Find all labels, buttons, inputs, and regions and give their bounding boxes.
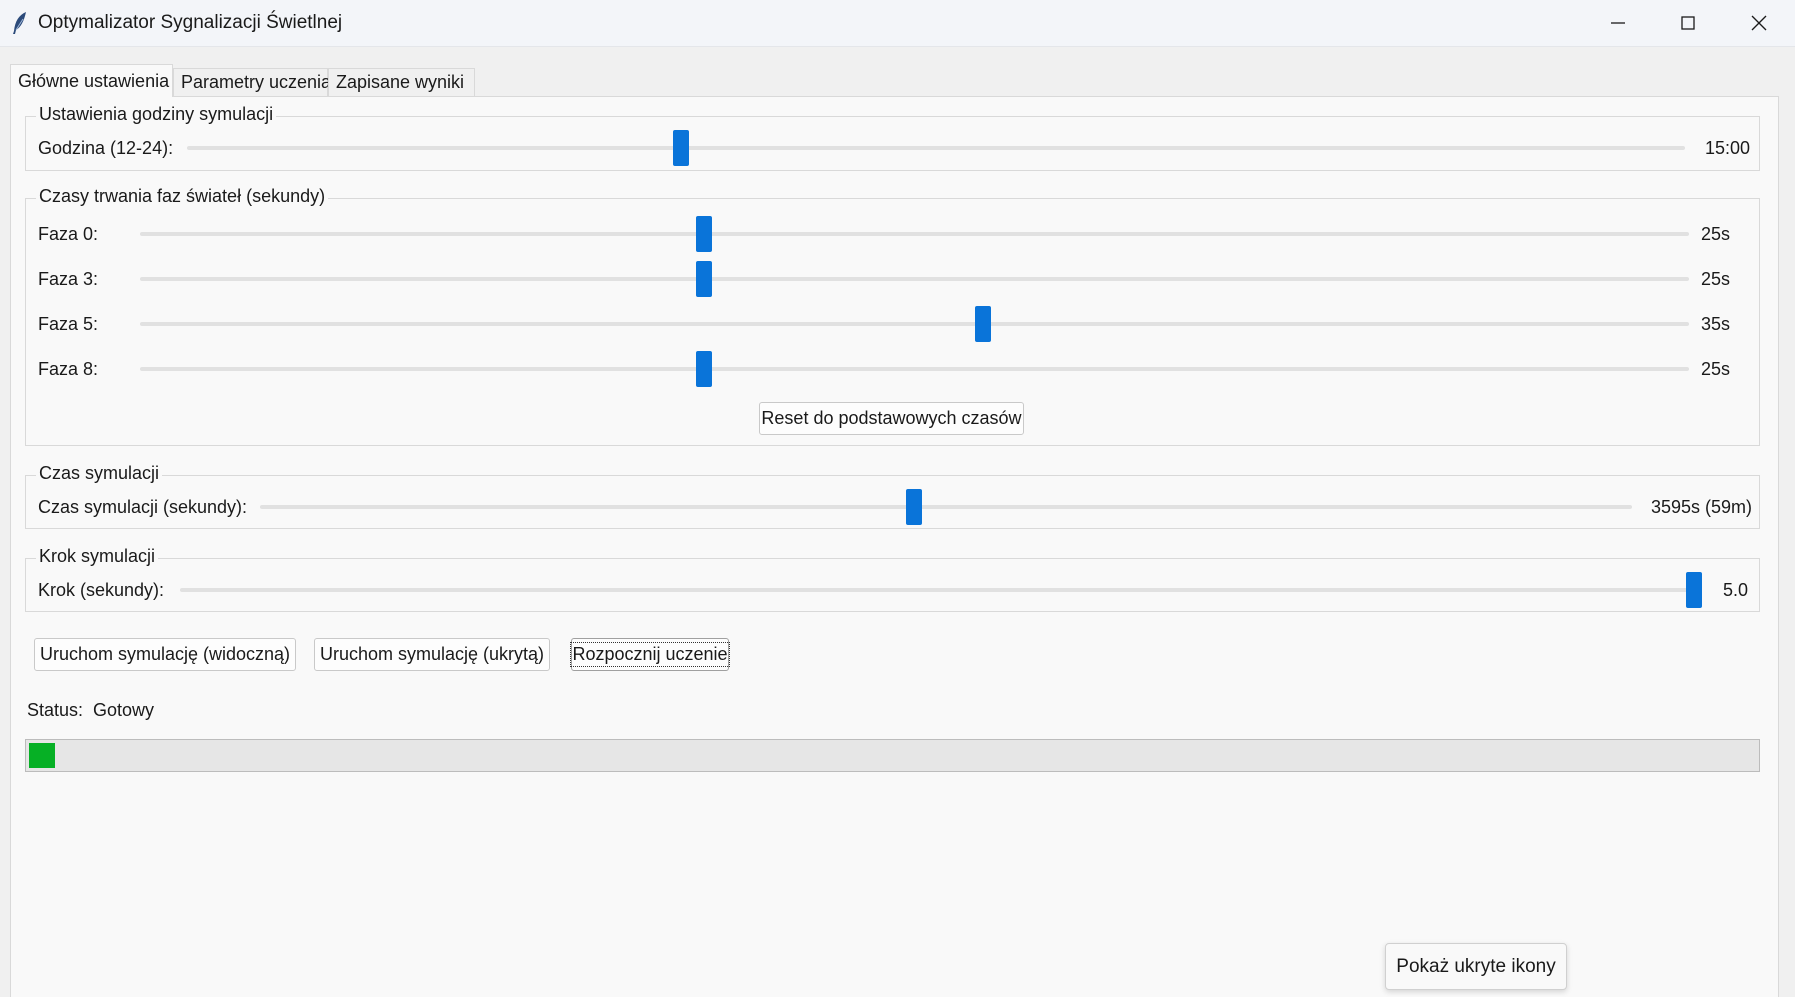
step-value: 5.0 — [1723, 580, 1749, 600]
step-label: Krok (sekundy): — [38, 580, 165, 600]
phase-0-label: Faza 0: — [38, 224, 99, 244]
simulation-time-value: 3595s (59m) — [1651, 497, 1753, 517]
phase-3-slider-thumb[interactable] — [696, 261, 712, 297]
hour-slider-track[interactable] — [187, 146, 1685, 150]
phase-0-slider-track[interactable] — [140, 232, 1689, 236]
phase-0-slider-thumb[interactable] — [696, 216, 712, 252]
run-visible-simulation-button[interactable]: Uruchom symulację (widoczną) — [34, 638, 296, 671]
simulation-time-slider-thumb[interactable] — [906, 489, 922, 525]
phase-8-value: 25s — [1701, 359, 1731, 379]
phase-8-label: Faza 8: — [38, 359, 99, 379]
phase-3-label: Faza 3: — [38, 269, 99, 289]
simulation-step-group-title: Krok symulacji — [36, 546, 159, 567]
simulation-time-label: Czas symulacji (sekundy): — [38, 497, 248, 517]
phase-5-slider-track[interactable] — [140, 322, 1689, 326]
minimize-button[interactable] — [1583, 0, 1653, 46]
status-label: Status: — [27, 700, 84, 720]
progress-bar-fill — [29, 743, 55, 768]
simulation-time-group-title: Czas symulacji — [36, 463, 163, 484]
app-window: Optymalizator Sygnalizacji Świetlnej Głó… — [0, 0, 1795, 997]
hour-slider-value: 15:00 — [1705, 138, 1751, 158]
step-slider-track[interactable] — [180, 588, 1700, 592]
show-hidden-icons-tooltip: Pokaż ukryte ikony — [1385, 943, 1567, 990]
close-icon — [1751, 15, 1767, 31]
phase-5-value: 35s — [1701, 314, 1731, 334]
phase-group-title: Czasy trwania faz świateł (sekundy) — [36, 186, 329, 207]
step-slider-thumb[interactable] — [1686, 572, 1702, 608]
tab-saved-results[interactable]: Zapisane wyniki — [328, 68, 475, 96]
hour-slider-label: Godzina (12-24): — [38, 138, 174, 158]
close-button[interactable] — [1724, 0, 1794, 46]
maximize-icon — [1681, 16, 1695, 30]
simulation-time-group: Czas symulacji — [25, 463, 1760, 529]
title-bar: Optymalizator Sygnalizacji Świetlnej — [0, 0, 1795, 47]
run-hidden-simulation-button[interactable]: Uruchom symulację (ukrytą) — [314, 638, 550, 671]
tab-learning-parameters[interactable]: Parametry uczenia — [173, 68, 331, 96]
progress-bar — [25, 739, 1760, 772]
window-title: Optymalizator Sygnalizacji Świetlnej — [38, 12, 343, 33]
phase-5-label: Faza 5: — [38, 314, 99, 334]
hour-group-title: Ustawienia godziny symulacji — [36, 104, 277, 125]
maximize-button[interactable] — [1653, 0, 1723, 46]
phase-8-slider-track[interactable] — [140, 367, 1689, 371]
phase-3-slider-track[interactable] — [140, 277, 1689, 281]
simulation-time-slider-track[interactable] — [260, 505, 1632, 509]
simulation-step-group: Krok symulacji — [25, 546, 1760, 612]
status-value: Gotowy — [93, 700, 155, 720]
tab-main-settings[interactable]: Główne ustawienia — [10, 64, 173, 97]
phase-5-slider-thumb[interactable] — [975, 306, 991, 342]
minimize-icon — [1611, 22, 1625, 24]
hour-settings-group: Ustawienia godziny symulacji — [25, 104, 1760, 171]
phase-3-value: 25s — [1701, 269, 1731, 289]
phase-0-value: 25s — [1701, 224, 1731, 244]
start-learning-button[interactable]: Rozpocznij uczenie — [570, 638, 730, 671]
start-learning-label: Rozpocznij uczenie — [570, 642, 730, 667]
reset-phase-times-button[interactable]: Reset do podstawowych czasów — [759, 402, 1024, 435]
feather-icon — [13, 12, 26, 34]
phase-8-slider-thumb[interactable] — [696, 351, 712, 387]
hour-slider-thumb[interactable] — [673, 130, 689, 166]
